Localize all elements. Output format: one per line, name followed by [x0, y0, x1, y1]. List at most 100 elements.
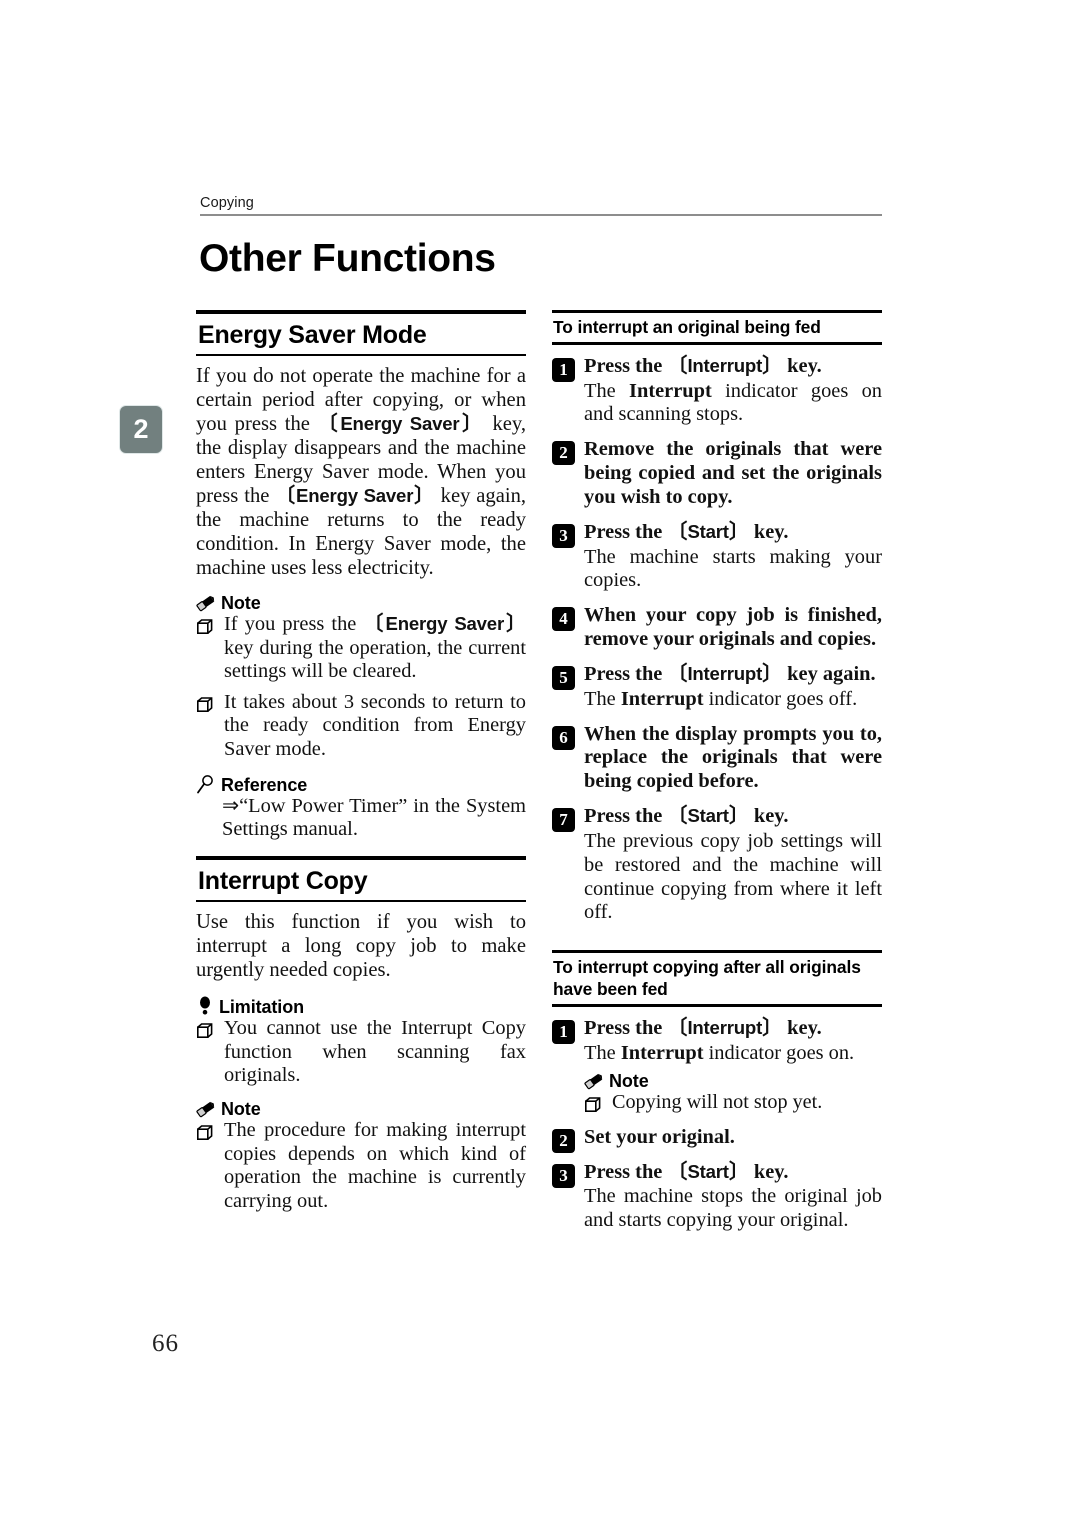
- cube-bullet-icon: [197, 696, 213, 720]
- list-item: The procedure for making interrupt copie…: [196, 1119, 526, 1214]
- text-run: Press the: [584, 354, 668, 377]
- step-title: Press the 〔Start〕 key.: [584, 520, 789, 543]
- pencil-icon: [584, 1072, 604, 1090]
- step-list-2: 1 Press the 〔Interrupt〕 key. The Interru…: [552, 1017, 882, 1233]
- key-label: Energy Saver: [340, 412, 460, 434]
- running-header-rule: [200, 213, 882, 216]
- key-label: Energy Saver: [385, 612, 505, 634]
- balloon-icon: [196, 996, 214, 1016]
- step-title: Set your original.: [584, 1125, 735, 1148]
- step-body: The Interrupt indicator goes on.: [584, 1042, 882, 1066]
- text-run: Press the: [584, 1160, 668, 1183]
- key-label: Interrupt: [687, 662, 763, 684]
- step-title: Remove the originals that were being cop…: [584, 438, 882, 508]
- text-run: key.: [748, 805, 789, 828]
- text-run: Press the: [584, 662, 668, 685]
- step-title: Press the 〔Start〕 key.: [584, 805, 789, 828]
- key-label: Energy Saver: [296, 484, 414, 506]
- reference-label: Reference: [221, 774, 308, 795]
- text-run: Press the: [584, 805, 668, 828]
- text-run: The procedure for making interrupt copie…: [224, 1119, 526, 1212]
- subsection-heading-interrupt-after-fed: To interrupt copying after all originals…: [552, 950, 882, 1007]
- note-list: The procedure for making interrupt copie…: [196, 1119, 526, 1214]
- limitation-list: You cannot use the Interrupt Copy functi…: [196, 1017, 526, 1088]
- text-run: key.: [748, 1160, 789, 1183]
- page-title: Other Functions: [199, 237, 496, 280]
- cube-bullet-icon: [197, 1022, 213, 1046]
- step-item: 2 Remove the originals that were being c…: [552, 438, 882, 510]
- nested-note: Note Copying will not stop yet.: [584, 1072, 882, 1114]
- text-run: The: [584, 1041, 621, 1064]
- key-label: Interrupt: [687, 354, 763, 376]
- page-number: 66: [152, 1330, 179, 1357]
- text-run: Press the: [584, 1016, 668, 1039]
- text-run: key again.: [782, 662, 876, 685]
- step-number: 4: [552, 607, 575, 632]
- note-list: Copying will not stop yet.: [584, 1091, 882, 1114]
- key-label: Interrupt: [687, 1016, 763, 1038]
- cube-bullet-icon: [585, 1096, 601, 1119]
- right-column: To interrupt an original being fed 1 Pre…: [552, 310, 882, 1244]
- step-title: When your copy job is finished, remove y…: [584, 604, 882, 651]
- step-item: 1 Press the 〔Interrupt〕 key. The Interru…: [552, 1017, 882, 1115]
- list-item: It takes about 3 seconds to return to th…: [196, 691, 526, 762]
- text-run: key.: [782, 1016, 822, 1039]
- subsection-heading-label: To interrupt copying after all originals…: [553, 957, 861, 999]
- step-title: Press the 〔Interrupt〕 key.: [584, 1016, 822, 1039]
- step-item: 7 Press the 〔Start〕 key. The previous co…: [552, 805, 882, 925]
- step-body: The Interrupt indicator goes on and scan…: [584, 380, 882, 428]
- subsection-heading-label: To interrupt an original being fed: [553, 317, 821, 337]
- note-label: Note: [221, 592, 261, 613]
- text-run: It takes about 3 seconds to return to th…: [224, 690, 526, 761]
- text-run: If you press the: [224, 612, 364, 635]
- note-label: Note: [609, 1071, 649, 1092]
- text-run: Copying will not stop yet.: [612, 1091, 823, 1114]
- rule: [552, 341, 882, 345]
- magnifier-icon: [196, 774, 216, 794]
- pencil-icon: [196, 1100, 216, 1118]
- step-title: When the display prompts you to, replace…: [584, 722, 882, 793]
- list-item: Copying will not stop yet.: [584, 1091, 882, 1114]
- step-number: 6: [552, 725, 575, 750]
- note-list: If you press the 〔Energy Saver〕 key duri…: [196, 613, 526, 762]
- text-run: key during the operation, the current se…: [224, 636, 526, 683]
- step-title: Press the 〔Interrupt〕 key.: [584, 354, 822, 377]
- note-tag: Note: [584, 1072, 882, 1090]
- key-label: Start: [687, 805, 729, 827]
- note-tag: Note: [196, 594, 526, 612]
- limitation-label: Limitation: [219, 997, 304, 1018]
- text-run: The: [584, 687, 621, 710]
- rule: [196, 900, 526, 903]
- step-item: 3 Press the 〔Start〕 key. The machine sto…: [552, 1161, 882, 1233]
- chapter-tab-number: 2: [133, 414, 149, 444]
- text-run: indicator goes off.: [703, 687, 858, 710]
- emphasis: Interrupt: [620, 687, 704, 710]
- list-item: If you press the 〔Energy Saver〕 key duri…: [196, 613, 526, 684]
- list-item: You cannot use the Interrupt Copy functi…: [196, 1017, 526, 1088]
- text-run: Press the: [584, 520, 668, 543]
- step-number: 3: [552, 523, 575, 548]
- left-column: Energy Saver Mode If you do not operate …: [196, 310, 526, 1226]
- text-run: The: [584, 379, 630, 402]
- step-number: 1: [552, 1019, 575, 1044]
- section-heading-label: Energy Saver Mode: [198, 321, 427, 349]
- emphasis: Interrupt: [629, 379, 712, 402]
- subsection-heading-interrupt-original-fed: To interrupt an original being fed: [552, 310, 882, 345]
- step-list-1: 1 Press the 〔Interrupt〕 key. The Interru…: [552, 355, 882, 925]
- rule: [196, 354, 526, 356]
- note-tag: Note: [196, 1100, 526, 1118]
- text-run: You cannot use the Interrupt Copy functi…: [224, 1017, 526, 1087]
- emphasis: Interrupt: [620, 1041, 704, 1064]
- step-item: 6 When the display prompts you to, repla…: [552, 723, 882, 795]
- step-number: 5: [552, 665, 575, 690]
- rule: [552, 1003, 882, 1007]
- step-body: The previous copy job settings will be r…: [584, 830, 882, 924]
- text-run: key.: [782, 354, 822, 377]
- reference-text: ⇒“Low Power Timer” in the System Setting…: [222, 794, 526, 841]
- interrupt-copy-paragraph: Use this function if you wish to interru…: [196, 911, 526, 982]
- running-header: Copying: [200, 195, 882, 216]
- section-heading-label: Interrupt Copy: [198, 867, 368, 896]
- energy-saver-paragraph: If you do not operate the machine for a …: [196, 365, 527, 579]
- pencil-icon: [196, 594, 216, 612]
- step-number: 2: [552, 1128, 575, 1153]
